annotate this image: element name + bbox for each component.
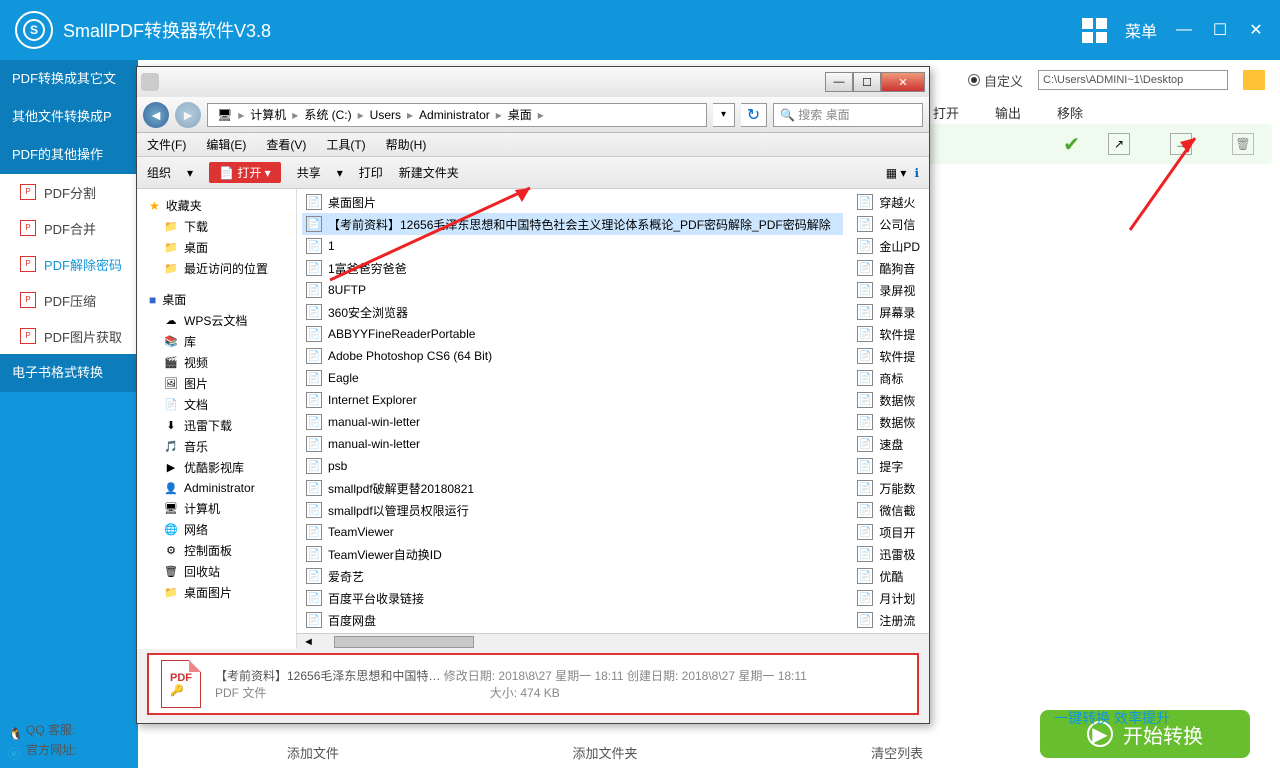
list-item[interactable]: 📄项目开 <box>853 521 924 543</box>
sidebar: PDF转换成其它文 其他文件转换成P PDF的其他操作 PPDF分割 PPDF合… <box>0 60 138 768</box>
sidebar-cat-1[interactable]: 其他文件转换成P <box>0 98 138 136</box>
list-item[interactable]: 📄TeamViewer <box>302 521 843 543</box>
clear-list-button[interactable]: 清空列表 <box>871 743 923 762</box>
list-item[interactable]: 📄Internet Explorer <box>302 389 843 411</box>
view-button[interactable]: ▦ ▾ <box>886 166 907 180</box>
organize-button[interactable]: 组织 <box>147 164 171 181</box>
radio-custom[interactable]: 自定义 <box>968 71 1023 90</box>
list-item[interactable]: 📄金山PD <box>853 235 924 257</box>
dialog-toolbar: 组织▾ 📄 打开 ▾ 共享▾ 打印 新建文件夹 ▦ ▾ ℹ <box>137 157 929 189</box>
list-item[interactable]: 📄穿越火 <box>853 191 924 213</box>
dialog-menubar[interactable]: 文件(F)编辑(E)查看(V)工具(T)帮助(H) <box>137 133 929 157</box>
print-button[interactable]: 打印 <box>359 164 383 181</box>
file-list[interactable]: 📄桌面图片📄【考前资料】12656毛泽东思想和中国特色社会主义理论体系概论_PD… <box>297 189 929 649</box>
open-icon[interactable]: ↗ <box>1108 133 1130 155</box>
menu-grid-icon[interactable] <box>1082 18 1107 43</box>
footer-links: 🐧QQ 客服: 19331 ⓔ官方网址: 进入官网 <box>8 720 129 760</box>
dialog-status-bar: PDF🔑 【考前资料】12656毛泽东思想和中国特… 修改日期: 2018\8\… <box>147 653 919 715</box>
sidebar-item-split[interactable]: PPDF分割 <box>0 174 138 210</box>
minimize-button[interactable]: — <box>1175 21 1193 39</box>
slogan-text: 一键转换 效率提升 <box>1054 708 1170 728</box>
search-input[interactable]: 🔍 搜索 桌面 <box>773 103 923 127</box>
pdf-file-icon: PDF🔑 <box>161 660 201 708</box>
list-item[interactable]: 📄1 <box>302 235 843 257</box>
list-item[interactable]: 📄软件提 <box>853 323 924 345</box>
list-item[interactable]: 📄录屏视 <box>853 279 924 301</box>
list-item[interactable]: 📄速盘 <box>853 433 924 455</box>
list-item[interactable]: 📄商标 <box>853 367 924 389</box>
breadcrumb[interactable]: 🖥 ▸计算机 ▸系统 (C:) ▸Users ▸Administrator ▸桌… <box>207 103 707 127</box>
app-titlebar: S SmallPDF转换器软件V3.8 菜单 — ☐ ✕ <box>0 0 1280 60</box>
list-item[interactable]: 📄TeamViewer自动换ID <box>302 543 843 565</box>
list-item[interactable]: 📄【考前资料】12656毛泽东思想和中国特色社会主义理论体系概论_PDF密码解除… <box>302 213 843 235</box>
dialog-close-button[interactable]: ✕ <box>881 72 925 92</box>
list-item[interactable]: 📄manual-win-letter <box>302 433 843 455</box>
output-path-input[interactable] <box>1038 70 1228 90</box>
list-item[interactable]: 📄软件提 <box>853 345 924 367</box>
dialog-maximize-button[interactable]: ☐ <box>853 72 881 92</box>
close-button[interactable]: ✕ <box>1247 21 1265 39</box>
list-item[interactable]: 📄迅雷极 <box>853 543 924 565</box>
share-button[interactable]: 共享 <box>297 164 321 181</box>
nav-back-button[interactable]: ◄ <box>143 102 169 128</box>
output-icon[interactable]: → <box>1170 133 1192 155</box>
tree-panel[interactable]: ★ 收藏夹📁下载📁桌面📁最近访问的位置■ 桌面☁WPS云文档📚库🎬视频🖼图片📄文… <box>137 189 297 649</box>
app-logo: S <box>15 11 53 49</box>
list-item[interactable]: 📄百度平台收录链接 <box>302 587 843 609</box>
delete-icon[interactable]: 🗑 <box>1232 133 1254 155</box>
list-item[interactable]: 📄Adobe Photoshop CS6 (64 Bit) <box>302 345 843 367</box>
sidebar-cat-0[interactable]: PDF转换成其它文 <box>0 60 138 98</box>
maximize-button[interactable]: ☐ <box>1211 21 1229 39</box>
list-item[interactable]: 📄8UFTP <box>302 279 843 301</box>
list-item[interactable]: 📄1富爸爸穷爸爸 <box>302 257 843 279</box>
list-item[interactable]: 📄smallpdf破解更替20180821 <box>302 477 843 499</box>
site-link[interactable]: 进入官网 <box>81 743 129 757</box>
list-item[interactable]: 📄提字 <box>853 455 924 477</box>
list-item[interactable]: 📄manual-win-letter <box>302 411 843 433</box>
list-item[interactable]: 📄屏幕录 <box>853 301 924 323</box>
help-button[interactable]: ℹ <box>914 166 919 180</box>
list-item[interactable]: 📄优酷 <box>853 565 924 587</box>
list-item[interactable]: 📄百度网盘 <box>302 609 843 631</box>
menu-label[interactable]: 菜单 <box>1125 18 1157 42</box>
list-item[interactable]: 📄smallpdf以管理员权限运行 <box>302 499 843 521</box>
open-button[interactable]: 📄 打开 ▾ <box>209 162 281 183</box>
sidebar-cat-2[interactable]: PDF的其他操作 <box>0 136 138 174</box>
list-item[interactable]: 📄数据恢 <box>853 389 924 411</box>
dialog-minimize-button[interactable]: — <box>825 72 853 92</box>
list-item[interactable]: 📄360安全浏览器 <box>302 301 843 323</box>
list-item[interactable]: 📄月计划 <box>853 587 924 609</box>
list-item[interactable]: 📄爱奇艺 <box>302 565 843 587</box>
list-item[interactable]: 📄酷狗音 <box>853 257 924 279</box>
sidebar-item-compress[interactable]: PPDF压缩 <box>0 282 138 318</box>
list-item[interactable]: 📄注册流 <box>853 609 924 631</box>
list-item[interactable]: 📄公司信 <box>853 213 924 235</box>
list-item[interactable]: 📄万能数 <box>853 477 924 499</box>
open-file-dialog: — ☐ ✕ ◄ ► 🖥 ▸计算机 ▸系统 (C:) ▸Users ▸Admini… <box>136 66 930 724</box>
list-item[interactable]: 📄数据恢 <box>853 411 924 433</box>
new-folder-button[interactable]: 新建文件夹 <box>399 164 459 181</box>
dialog-titlebar[interactable]: — ☐ ✕ <box>137 67 929 97</box>
add-file-button[interactable]: 添加文件 <box>287 743 339 762</box>
app-title: SmallPDF转换器软件V3.8 <box>63 17 271 43</box>
sidebar-cat-3[interactable]: 电子书格式转换 <box>0 354 138 392</box>
list-item[interactable]: 📄桌面图片 <box>302 191 843 213</box>
list-item[interactable]: 📄Eagle <box>302 367 843 389</box>
sidebar-item-images[interactable]: PPDF图片获取 <box>0 318 138 354</box>
sidebar-item-unlock[interactable]: PPDF解除密码 <box>0 246 138 282</box>
check-icon: ✔ <box>1063 132 1080 157</box>
browse-folder-button[interactable] <box>1243 70 1265 90</box>
sidebar-item-merge[interactable]: PPDF合并 <box>0 210 138 246</box>
refresh-button[interactable]: ↻ <box>741 103 767 127</box>
list-item[interactable]: 📄psb <box>302 455 843 477</box>
add-folder-button[interactable]: 添加文件夹 <box>572 743 637 762</box>
qq-link[interactable]: 19331 <box>79 723 112 737</box>
list-item[interactable]: 📄微信截 <box>853 499 924 521</box>
list-item[interactable]: 📄ABBYYFineReaderPortable <box>302 323 843 345</box>
nav-forward-button[interactable]: ► <box>175 102 201 128</box>
